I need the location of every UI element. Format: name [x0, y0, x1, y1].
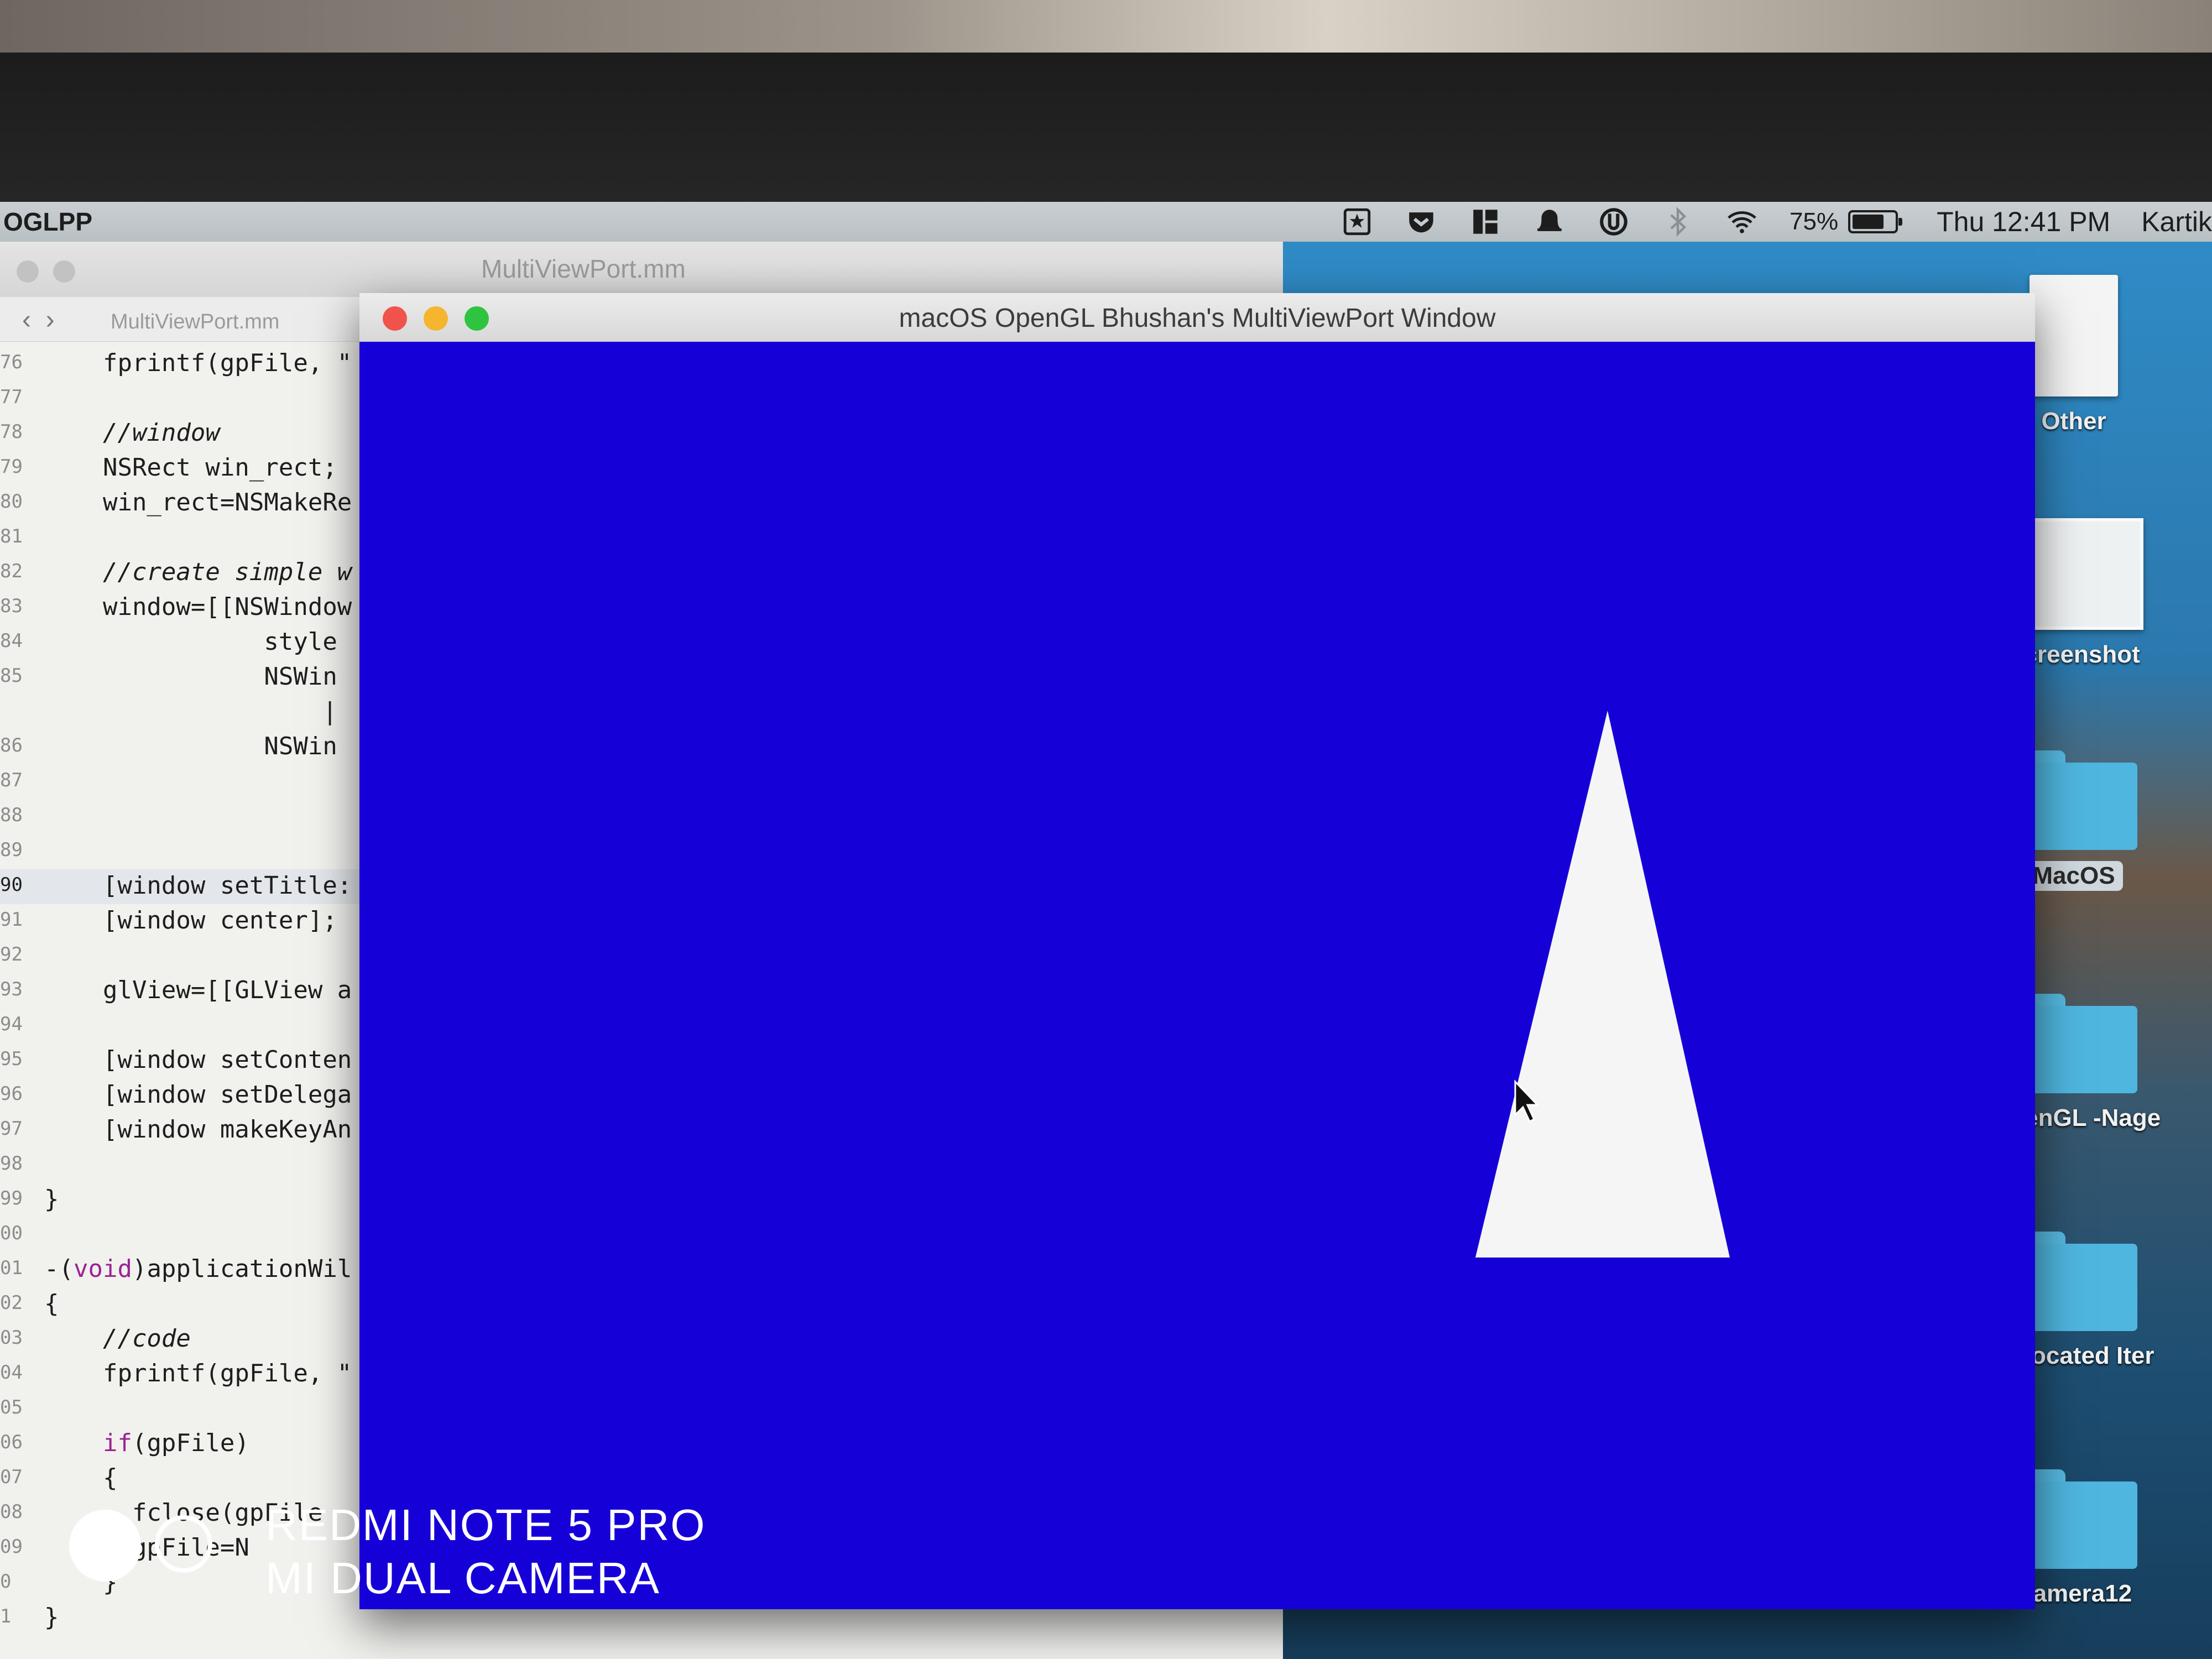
line-number: 03	[0, 1327, 23, 1349]
torrent-icon[interactable]	[1597, 205, 1630, 238]
line-number: 00	[0, 1222, 23, 1244]
close-button[interactable]	[17, 260, 39, 283]
line-number: 77	[0, 386, 23, 408]
code-text: [window center];	[44, 906, 337, 935]
viewport-render	[1475, 711, 1730, 1258]
line-number: 96	[0, 1083, 23, 1105]
window-title: macOS OpenGL Bhushan's MultiViewPort Win…	[899, 304, 1496, 333]
code-text: }	[44, 1185, 59, 1213]
wifi-icon[interactable]	[1725, 205, 1759, 238]
opengl-titlebar[interactable]: macOS OpenGL Bhushan's MultiViewPort Win…	[359, 293, 2035, 342]
camera-logo-ring	[155, 1515, 212, 1573]
line-number: 82	[0, 560, 23, 582]
camera-logo-dot	[69, 1510, 141, 1582]
opengl-viewport[interactable]	[359, 342, 2035, 1609]
line-number: 81	[0, 525, 23, 547]
line-number: 86	[0, 734, 23, 757]
reading-list-icon[interactable]	[1340, 205, 1374, 238]
code-text: {	[44, 1464, 118, 1492]
line-number: 08	[0, 1501, 23, 1523]
menu-bar: OGLPP 75% Thu 12:41 PM Kartik	[0, 202, 2212, 242]
code-text: //window	[44, 419, 220, 447]
line-number: 89	[0, 839, 23, 861]
line-number: 91	[0, 909, 23, 931]
bell-icon[interactable]	[1533, 205, 1566, 238]
line-number: 85	[0, 665, 23, 687]
line-number: 88	[0, 804, 23, 826]
status-area: 75% Thu 12:41 PM Kartik	[1340, 202, 2212, 242]
code-text: [window setDelega	[44, 1081, 352, 1109]
line-number: 84	[0, 630, 23, 652]
battery-percent: 75%	[1790, 208, 1839, 235]
photo-background	[0, 0, 2212, 53]
battery-icon[interactable]	[1848, 210, 1903, 233]
code-text: -(void)applicationWil	[44, 1255, 352, 1283]
line-number: 97	[0, 1118, 23, 1140]
xcode-titlebar: MultiViewPort.mm	[0, 242, 1283, 298]
app-menu[interactable]: OGLPP	[3, 207, 92, 237]
line-number: 83	[0, 595, 23, 617]
line-number: 01	[0, 1257, 23, 1279]
xcode-window-controls	[17, 260, 75, 283]
bluetooth-icon[interactable]	[1661, 205, 1694, 238]
line-number: 99	[0, 1187, 23, 1209]
white-triangle	[1475, 711, 1730, 1258]
code-text: fprintf(gpFile, "	[44, 349, 352, 377]
line-number: 90	[0, 874, 23, 896]
code-text: //code	[44, 1324, 191, 1353]
line-number: 78	[0, 421, 23, 443]
code-text: win_rect=NSMakeRe	[44, 488, 352, 517]
line-number: 93	[0, 978, 23, 1000]
code-text: NSWin	[44, 662, 337, 691]
code-text: NSRect win_rect;	[44, 453, 337, 482]
line-number: 80	[0, 491, 23, 513]
code-text: NSWin	[44, 732, 337, 760]
line-number: 92	[0, 943, 23, 966]
minimize-button[interactable]	[53, 260, 75, 283]
line-number: 05	[0, 1396, 23, 1418]
code-text: style	[44, 628, 337, 656]
code-text: if(gpFile)	[102, 1429, 249, 1457]
code-text: [window setTitle:	[44, 872, 352, 900]
code-text: |	[44, 697, 337, 726]
line-number: 94	[0, 1013, 23, 1035]
back-forward-icon[interactable]: ‹ ›	[22, 305, 55, 335]
line-number: 79	[0, 456, 23, 478]
desktop-item-label: MacOS	[2025, 861, 2123, 891]
code-text: }	[44, 1603, 59, 1631]
line-number: 04	[0, 1361, 23, 1384]
watermark-line1: REDMI NOTE 5 PRO	[265, 1500, 706, 1550]
jumpbar-file[interactable]: MultiViewPort.mm	[111, 310, 279, 334]
code-text: glView=[[GLView a	[44, 976, 352, 1004]
line-number: 98	[0, 1152, 23, 1175]
user-menu[interactable]: Kartik	[2141, 206, 2212, 238]
line-number: 09	[0, 1536, 23, 1558]
monitor-bezel	[0, 53, 2212, 202]
opengl-window[interactable]: macOS OpenGL Bhushan's MultiViewPort Win…	[359, 293, 2035, 1609]
grid-app-icon[interactable]	[1469, 205, 1502, 238]
menu-clock[interactable]: Thu 12:41 PM	[1937, 206, 2110, 238]
code-text: fprintf(gpFile, "	[44, 1359, 352, 1387]
code-text: window=[[NSWindow	[44, 593, 352, 621]
xcode-tab-title[interactable]: MultiViewPort.mm	[481, 254, 686, 284]
line-number: 95	[0, 1048, 23, 1070]
line-number: 07	[0, 1466, 23, 1488]
code-text: [window setConten	[44, 1046, 352, 1074]
line-number: 87	[0, 769, 23, 791]
line-number: 02	[0, 1292, 23, 1314]
pocket-icon[interactable]	[1405, 205, 1438, 238]
code-text: //create simple w	[44, 558, 352, 586]
line-number: 76	[0, 351, 23, 373]
code-text: [window makeKeyAn	[44, 1115, 352, 1144]
line-number: 06	[0, 1431, 23, 1453]
document-icon	[2030, 275, 2118, 397]
watermark-line2: MI DUAL CAMERA	[265, 1553, 661, 1603]
line-number: 0	[0, 1571, 12, 1593]
line-number: 1	[0, 1605, 12, 1627]
code-text: {	[44, 1290, 59, 1318]
desktop-item-label: Other	[2041, 408, 2106, 435]
